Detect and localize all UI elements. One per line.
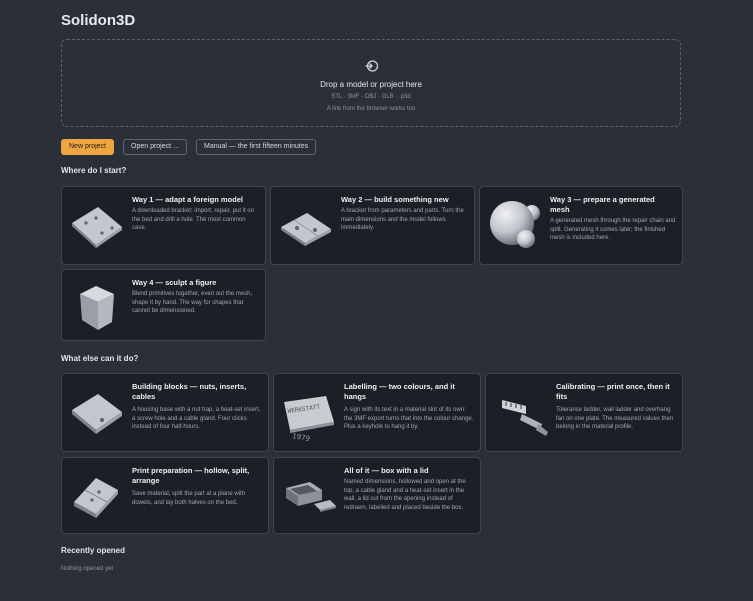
housing-base-thumbnail	[72, 394, 122, 434]
card-title: Building blocks — nuts, inserts, cables	[132, 382, 247, 401]
card-title: Way 1 — adapt a foreign model	[132, 195, 243, 204]
feature-card-box-with-lid[interactable]: All of it — box with a lid Named dimensi…	[273, 457, 481, 534]
way-card-3[interactable]: Way 3 — prepare a generated mesh A gener…	[479, 186, 683, 265]
card-title: Way 4 — sculpt a figure	[132, 278, 217, 287]
card-title: Way 3 — prepare a generated mesh	[550, 195, 655, 214]
section-title-else: What else can it do?	[61, 354, 139, 363]
way-card-4[interactable]: Way 4 — sculpt a figure Blend primitives…	[61, 269, 266, 341]
card-title: Calibrating — print once, then it fits	[556, 382, 670, 401]
bracket-thumbnail	[281, 213, 331, 246]
new-project-button[interactable]: New project	[61, 139, 114, 155]
card-title: Print preparation — hollow, split, arran…	[132, 466, 250, 485]
feature-card-calibrating[interactable]: Calibrating — print once, then it fits T…	[485, 373, 683, 452]
way-card-2[interactable]: Way 2 — build something new A bracket fr…	[270, 186, 475, 265]
card-description: A sign with its text in a material slot …	[344, 407, 474, 430]
card-description: A bracket from parameters and parts. Tur…	[341, 208, 464, 231]
card-description: A generated mesh through the repair chai…	[550, 218, 676, 241]
feature-card-print-preparation[interactable]: Print preparation — hollow, split, arran…	[61, 457, 269, 534]
file-dropzone[interactable]: Drop a model or project here STL · 3MF ·…	[61, 39, 681, 127]
card-title: Labelling — two colours, and it hangs	[344, 382, 455, 401]
way-card-1[interactable]: Way 1 — adapt a foreign model A download…	[61, 186, 266, 265]
section-title-start: Where do I start?	[61, 166, 127, 175]
card-description: Blend primitives together, even out the …	[132, 291, 253, 314]
dropzone-hint: A link from the browser works too	[326, 106, 416, 112]
open-project-button[interactable]: Open project ...	[123, 139, 187, 155]
dropzone-title: Drop a model or project here	[320, 80, 422, 89]
recent-empty-text: Nothing opened yet	[61, 566, 114, 572]
sculpt-figure-thumbnail	[80, 286, 114, 330]
card-description: Tolerance ladder, wall ladder and overha…	[556, 407, 674, 430]
card-description: Save material, split the part at a plane…	[132, 491, 246, 506]
card-description: A housing base with a nut trap, a heat-s…	[132, 407, 261, 430]
manual-button[interactable]: Manual — the first fifteen minutes	[196, 139, 317, 155]
calibration-plate-thumbnail	[502, 400, 548, 436]
card-title: Way 2 — build something new	[341, 195, 449, 204]
split-part-thumbnail	[74, 478, 118, 518]
section-title-recent: Recently opened	[61, 546, 126, 555]
import-icon	[365, 60, 379, 72]
box-with-lid-thumbnail	[286, 482, 336, 512]
feature-card-building-blocks[interactable]: Building blocks — nuts, inserts, cables …	[61, 373, 269, 452]
dropzone-formats: STL · 3MF · OBJ · GLB · .p3d	[331, 94, 411, 100]
sign-thumbnail: WERKSTATT 1979	[284, 396, 334, 442]
app-title: Solidon3D	[61, 12, 136, 29]
generated-mesh-thumbnail	[490, 201, 540, 248]
card-description: A downloaded bracket: import, repair, pu…	[132, 208, 255, 231]
sign-year: 1979	[292, 432, 311, 442]
feature-card-labelling[interactable]: WERKSTATT 1979 Labelling — two colours, …	[273, 373, 481, 452]
card-title: All of it — box with a lid	[344, 466, 429, 475]
bracket-thumbnail	[72, 207, 122, 248]
card-description: Named dimensions, hollowed and open at t…	[344, 479, 466, 511]
